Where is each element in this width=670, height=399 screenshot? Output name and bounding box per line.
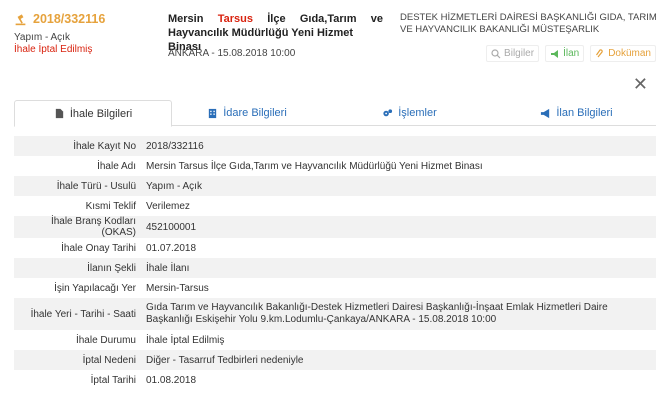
table-row: İhale Durumu İhale İptal Edilmiş bbox=[14, 330, 656, 350]
info-button-label: Bilgiler bbox=[504, 48, 535, 59]
announcement-button-label: İlan bbox=[563, 48, 580, 59]
table-row: İhale Onay Tarihi 01.07.2018 bbox=[14, 238, 656, 258]
row-label: İptal Tarihi bbox=[90, 374, 136, 386]
row-value: Diğer - Tasarruf Tedbirleri nedeniyle bbox=[146, 354, 304, 366]
table-row: İhale Yeri - Tarihi - Saati Gıda Tarım ve… bbox=[14, 298, 656, 330]
tender-header: 2018/332116 Yapım - Açık İhale İptal Edi… bbox=[0, 0, 670, 94]
building-icon bbox=[209, 108, 217, 118]
paperclip-icon bbox=[596, 48, 603, 57]
row-value: 01.08.2018 bbox=[146, 374, 197, 386]
close-icon[interactable]: ✕ bbox=[633, 74, 648, 95]
row-value: İhale İptal Edilmiş bbox=[146, 334, 225, 346]
row-label: İhale Adı bbox=[97, 160, 136, 172]
row-value: Mersin-Tarsus bbox=[146, 282, 209, 294]
administration-name: DESTEK HİZMETLERİ DAİRESİ BAŞKANLIĞI GID… bbox=[400, 12, 657, 35]
row-value: 452100001 bbox=[146, 221, 197, 233]
row-label: İhale Yeri - Tarihi - Saati bbox=[30, 308, 136, 320]
tab-announcement-info[interactable]: İlan Bilgileri bbox=[497, 100, 656, 126]
table-row: İhale Adı Mersin Tarsus İlçe Gıda,Tarım v… bbox=[14, 156, 656, 176]
tender-id-block: 2018/332116 bbox=[14, 12, 105, 26]
table-row: İhale Türü - Usulü Yapım - Açık bbox=[14, 176, 656, 196]
megaphone-icon bbox=[541, 108, 550, 118]
row-value: Gıda Tarım ve Hayvancılık Bakanlığı-Dest… bbox=[146, 302, 608, 325]
tender-type-method: Yapım - Açık bbox=[14, 32, 70, 43]
table-row: İlanın Şekli İhale İlanı bbox=[14, 258, 656, 278]
row-value: Mersin Tarsus İlçe Gıda,Tarım ve Hayvanc… bbox=[146, 160, 483, 172]
row-label: İhale Onay Tarihi bbox=[61, 242, 136, 254]
tab-label: İhale Bilgileri bbox=[69, 107, 133, 120]
row-value: Yapım - Açık bbox=[146, 180, 202, 192]
row-label: Kısmi Teklif bbox=[85, 200, 136, 212]
title-word: ve bbox=[370, 13, 383, 25]
place-date: ANKARA - 15.08.2018 10:00 bbox=[168, 48, 296, 59]
row-label: İptal Nedeni bbox=[82, 354, 136, 366]
action-buttons: Bilgiler İlan Doküman bbox=[486, 45, 656, 62]
tender-status: İhale İptal Edilmiş bbox=[14, 44, 93, 55]
tab-bar: İhale Bilgileri İdare Bilgileri İşlemler… bbox=[14, 100, 656, 127]
document-button-label: Doküman bbox=[608, 48, 651, 59]
row-value: 01.07.2018 bbox=[146, 242, 197, 254]
title-word: İlçe bbox=[267, 13, 286, 25]
table-row: İptal Nedeni Diğer - Tasarruf Tedbirleri … bbox=[14, 350, 656, 370]
tab-label: İşlemler bbox=[398, 107, 437, 119]
megaphone-icon bbox=[551, 49, 559, 58]
tab-tender-info[interactable]: İhale Bilgileri bbox=[14, 100, 172, 127]
table-row: İşin Yapılacağı Yer Mersin-Tarsus bbox=[14, 278, 656, 298]
row-label: İlanın Şekli bbox=[87, 262, 136, 274]
search-icon bbox=[491, 48, 501, 58]
row-label: İhale Türü - Usulü bbox=[56, 180, 136, 192]
row-label: İhale Branş Kodları (OKAS) bbox=[50, 216, 136, 238]
tab-administration-info[interactable]: İdare Bilgileri bbox=[172, 100, 322, 126]
document-button[interactable]: Doküman bbox=[590, 45, 656, 62]
gavel-icon bbox=[15, 13, 26, 25]
title-city: Mersin bbox=[168, 13, 204, 25]
tender-registration-number: 2018/332116 bbox=[33, 12, 106, 26]
table-row: İhale Kayıt No 2018/332116 bbox=[14, 136, 656, 156]
tab-label: İdare Bilgileri bbox=[223, 107, 287, 119]
info-button[interactable]: Bilgiler bbox=[486, 45, 540, 62]
row-label: İhale Durumu bbox=[75, 334, 136, 346]
row-label: İşin Yapılacağı Yer bbox=[54, 282, 136, 294]
tab-operations[interactable]: İşlemler bbox=[322, 100, 497, 126]
announcement-button[interactable]: İlan bbox=[545, 45, 585, 62]
row-value: İhale İlanı bbox=[146, 262, 190, 274]
row-value: 2018/332116 bbox=[146, 140, 204, 152]
gears-icon bbox=[383, 108, 393, 116]
row-value: Verilemez bbox=[146, 200, 190, 212]
row-label: İhale Kayıt No bbox=[73, 140, 136, 152]
table-row: İhale Branş Kodları (OKAS) 452100001 bbox=[14, 216, 656, 238]
table-row: Kısmi Teklif Verilemez bbox=[14, 196, 656, 216]
document-icon bbox=[55, 108, 63, 119]
title-word: Gıda,Tarım bbox=[299, 13, 357, 25]
table-row: İptal Tarihi 01.08.2018 bbox=[14, 370, 656, 390]
tab-label: İlan Bilgileri bbox=[556, 107, 613, 119]
tender-info-table: İhale Kayıt No 2018/332116 İhale Adı Mersin… bbox=[14, 136, 656, 390]
title-district: Tarsus bbox=[217, 13, 253, 25]
